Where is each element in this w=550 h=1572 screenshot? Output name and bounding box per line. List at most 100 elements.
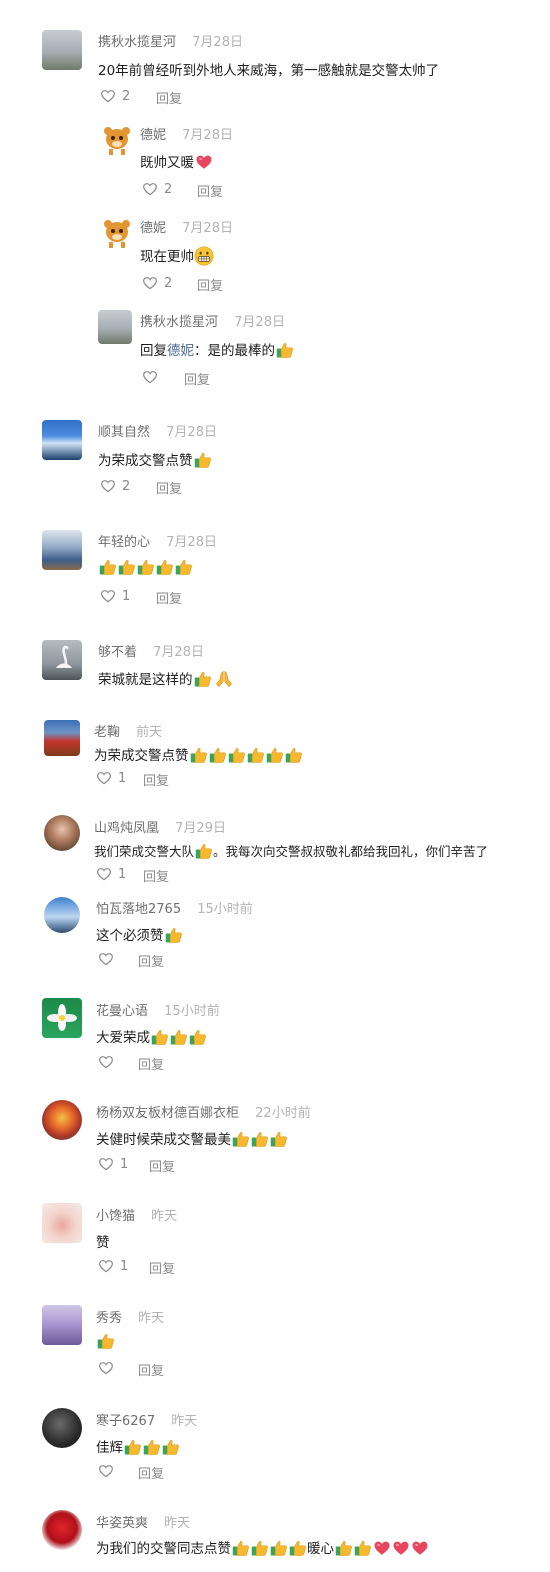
avatar[interactable] — [44, 897, 80, 933]
comment-time: 7月28日 — [153, 645, 204, 660]
thumbs-up-emoji-icon — [189, 1028, 207, 1046]
avatar[interactable] — [100, 123, 134, 157]
thumbs-up-emoji-icon — [335, 1539, 353, 1557]
commenter-name[interactable]: 够不着 — [98, 645, 137, 660]
thumbs-up-emoji-icon — [151, 1028, 169, 1046]
thumbs-up-emoji-icon — [175, 558, 193, 576]
like-heart-icon[interactable] — [142, 369, 158, 385]
like-heart-icon[interactable] — [98, 1054, 114, 1070]
avatar[interactable] — [42, 1408, 82, 1448]
reply-button[interactable]: 回复 — [138, 951, 164, 970]
commenter-name[interactable]: 老鞠 — [94, 725, 120, 740]
reply-button[interactable]: 回复 — [156, 478, 182, 497]
reply-button[interactable]: 回复 — [138, 1360, 164, 1379]
comment-text: 为荣成交警点赞 — [98, 453, 193, 469]
commenter-name[interactable]: 杨杨双友板材德百娜衣柜 — [96, 1106, 239, 1121]
like-heart-icon[interactable] — [98, 1258, 114, 1274]
commenter-name[interactable]: 年轻的心 — [98, 535, 150, 550]
avatar[interactable] — [98, 310, 132, 344]
like-count: 2 — [164, 275, 173, 291]
like-heart-icon[interactable] — [100, 88, 116, 104]
comment-text: 为我们的交警同志点赞 — [96, 1541, 231, 1557]
comment-text: 赞 — [96, 1235, 110, 1251]
like-heart-icon[interactable] — [100, 588, 116, 604]
like-heart-icon[interactable] — [98, 1463, 114, 1479]
reply-prefix: 回复 — [140, 343, 167, 359]
commenter-name[interactable]: 德妮 — [140, 128, 166, 143]
like-count: 1 — [118, 770, 127, 786]
commenter-name[interactable]: 携秋水揽星河 — [140, 315, 218, 330]
comment-time: 15小时前 — [164, 1004, 220, 1019]
avatar[interactable] — [100, 216, 134, 250]
red-heart-emoji-icon — [392, 1539, 410, 1557]
avatar[interactable] — [44, 815, 80, 851]
avatar[interactable] — [42, 1100, 82, 1140]
thumbs-up-emoji-icon — [165, 926, 183, 944]
comment-text: 现在更帅 — [140, 249, 194, 265]
commenter-name[interactable]: 顺其自然 — [98, 425, 150, 440]
thumbs-up-emoji-icon — [270, 1539, 288, 1557]
comment-text: 20年前曾经听到外地人来威海，第一感触就是交警太帅了 — [98, 63, 440, 79]
praying-hands-emoji-icon — [214, 669, 234, 689]
avatar[interactable] — [44, 720, 80, 756]
avatar[interactable] — [42, 998, 82, 1038]
avatar[interactable] — [42, 30, 82, 70]
comment-text — [98, 558, 193, 576]
commenter-name[interactable]: 寒子6267 — [96, 1414, 155, 1429]
commenter-name[interactable]: 怕瓦落地2765 — [96, 902, 181, 917]
commenter-name[interactable]: 携秋水揽星河 — [98, 35, 176, 50]
reply-button[interactable]: 回复 — [138, 1463, 164, 1482]
like-heart-icon[interactable] — [96, 770, 112, 786]
thumbs-up-emoji-icon — [289, 1539, 307, 1557]
comment-text-continued: 暖心 — [307, 1541, 334, 1557]
avatar[interactable] — [42, 640, 82, 680]
reply-button[interactable]: 回复 — [197, 181, 223, 200]
commenter-name[interactable]: 秀秀 — [96, 1311, 122, 1326]
thumbs-up-emoji-icon — [285, 746, 303, 764]
red-heart-emoji-icon — [195, 153, 213, 171]
like-heart-icon[interactable] — [142, 181, 158, 197]
like-heart-icon[interactable] — [142, 275, 158, 291]
reply-button[interactable]: 回复 — [184, 369, 210, 388]
thumbs-up-emoji-icon — [276, 341, 294, 359]
reply-button[interactable]: 回复 — [156, 88, 182, 107]
reply-to-name[interactable]: 德妮 — [167, 343, 194, 359]
thumbs-up-emoji-icon — [99, 558, 117, 576]
like-heart-icon[interactable] — [98, 1156, 114, 1172]
commenter-name[interactable]: 花曼心语 — [96, 1004, 148, 1019]
reply-button[interactable]: 回复 — [143, 770, 169, 789]
avatar[interactable] — [42, 1510, 82, 1550]
like-count: 1 — [120, 1258, 129, 1274]
reply-button[interactable]: 回复 — [143, 866, 169, 885]
comment-text: 荣城就是这样的 — [98, 672, 193, 688]
like-heart-icon[interactable] — [96, 866, 112, 882]
comment-text: 关健时候荣成交警最美 — [96, 1132, 231, 1148]
commenter-name[interactable]: 小馋猫 — [96, 1209, 135, 1224]
comment-time: 22小时前 — [255, 1106, 311, 1121]
reply-button[interactable]: 回复 — [149, 1258, 175, 1277]
reply-button[interactable]: 回复 — [149, 1156, 175, 1175]
avatar[interactable] — [42, 1305, 82, 1345]
reply-button[interactable]: 回复 — [156, 588, 182, 607]
like-heart-icon[interactable] — [100, 478, 116, 494]
reply-button[interactable]: 回复 — [197, 275, 223, 294]
comment-text: 我们荣成交警大队 — [94, 844, 195, 859]
comment-time: 7月28日 — [166, 425, 217, 440]
like-heart-icon[interactable] — [98, 1360, 114, 1376]
thumbs-up-emoji-icon — [209, 746, 227, 764]
commenter-name[interactable]: 德妮 — [140, 221, 166, 236]
thumbs-up-emoji-icon — [156, 558, 174, 576]
avatar[interactable] — [42, 1203, 82, 1243]
avatar[interactable] — [42, 420, 82, 460]
comment-time: 昨天 — [171, 1414, 198, 1429]
commenter-name[interactable]: 山鸡炖凤凰 — [94, 821, 159, 836]
comment-time: 昨天 — [164, 1516, 191, 1531]
avatar[interactable] — [42, 530, 82, 570]
thumbs-up-emoji-icon — [124, 1438, 142, 1456]
like-count: 2 — [122, 478, 131, 494]
reply-button[interactable]: 回复 — [138, 1054, 164, 1073]
like-heart-icon[interactable] — [98, 951, 114, 967]
thumbs-up-emoji-icon — [194, 670, 212, 688]
commenter-name[interactable]: 华姿英爽 — [96, 1516, 148, 1531]
comment-text: 佳辉 — [96, 1440, 123, 1456]
